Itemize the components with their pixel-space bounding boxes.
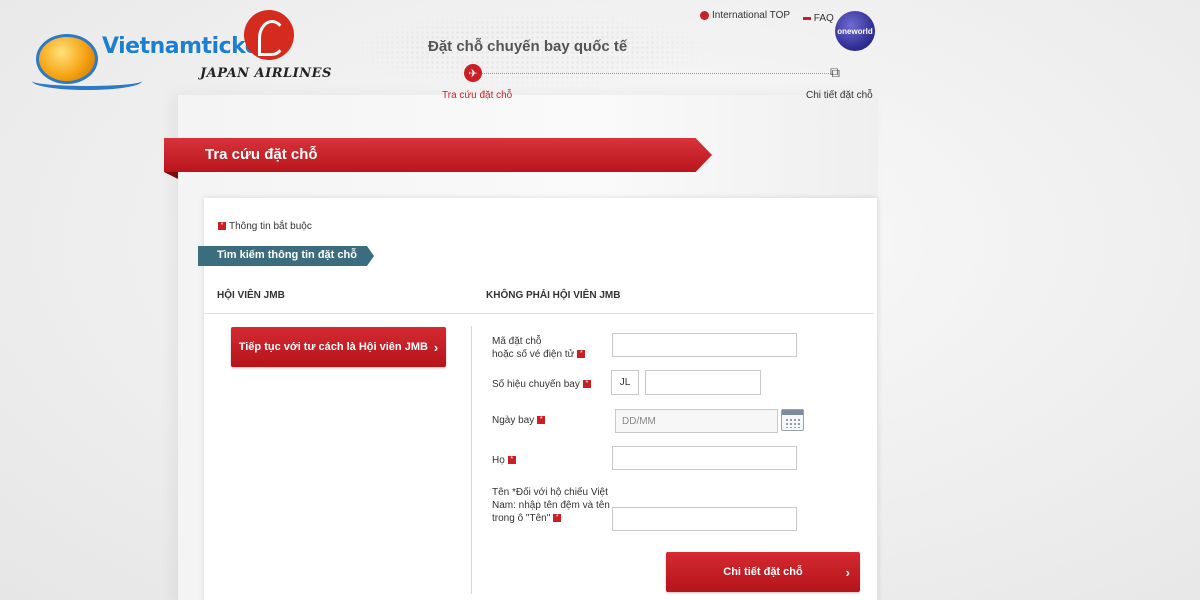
step-label-search: Tra cứu đặt chỗ: [442, 90, 513, 101]
surname-label: Họ *: [492, 454, 516, 467]
member-column-heading: HỘI VIÊN JMB: [217, 290, 285, 301]
booking-ref-label-line1: Mã đặt chỗ: [492, 336, 542, 347]
given-name-input[interactable]: [612, 507, 797, 531]
chevron-right-icon: ›: [845, 564, 850, 580]
booking-details-label: Chi tiết đặt chỗ: [723, 566, 803, 578]
booking-ref-label: Mã đặt chỗ hoặc số vé điện tử *: [492, 335, 586, 361]
site-header: Vietnamtickets JAPAN AIRLINES Đặt chỗ ch…: [0, 0, 1200, 120]
plane-icon: ✈: [464, 64, 482, 82]
required-note-text: Thông tin bắt buộc: [229, 221, 312, 232]
jal-crane-logo-icon: [244, 10, 294, 60]
calendar-icon[interactable]: [781, 409, 804, 431]
non-member-column-heading: KHÔNG PHẢI HỘI VIÊN JMB: [486, 290, 621, 301]
continue-as-member-button[interactable]: Tiếp tục với tư cách là Hội viên JMB ›: [231, 327, 446, 367]
oneworld-logo: oneworld: [835, 11, 875, 51]
given-name-label: Tên *Đối với hộ chiếu Việt Nam: nhập tên…: [492, 486, 610, 525]
required-mark-icon: *: [537, 416, 546, 425]
date-label-text: Ngày bay: [492, 415, 535, 426]
flight-no-label: Số hiệu chuyến bay *: [492, 378, 591, 391]
required-mark-icon: *: [507, 456, 516, 465]
flight-no-label-text: Số hiệu chuyến bay: [492, 379, 580, 390]
continue-as-member-label: Tiếp tục với tư cách là Hội viên JMB: [238, 341, 428, 353]
flight-prefix: JL: [611, 370, 639, 395]
given-name-label-line2: Nam: nhập tên đệm và tên: [492, 500, 610, 511]
required-mark-icon: *: [577, 350, 586, 359]
surname-label-text: Họ: [492, 455, 505, 466]
surname-input[interactable]: [612, 446, 797, 470]
booking-ref-input[interactable]: [612, 333, 797, 357]
required-mark-icon: *: [582, 380, 591, 389]
section-title: Tìm kiếm thông tin đặt chỗ: [217, 249, 357, 261]
required-mark-icon: *: [553, 514, 562, 523]
page-title: Tra cứu đặt chỗ: [205, 146, 318, 163]
required-note: * Thông tin bắt buộc: [218, 221, 312, 232]
international-top-label: International TOP: [712, 10, 791, 21]
top-links: International TOP FAQ: [700, 10, 844, 24]
flight-no-input[interactable]: [645, 370, 761, 395]
steps-connector: [473, 73, 833, 74]
arrow-circle-icon: [700, 11, 709, 20]
step-label-details: Chi tiết đặt chỗ: [806, 90, 873, 101]
given-name-label-line3: trong ô "Tên": [492, 513, 551, 524]
page-heading: Đặt chỗ chuyến bay quốc tế: [428, 38, 628, 55]
booking-ref-label-line2: hoặc số vé điện tử: [492, 349, 575, 360]
date-input[interactable]: [615, 409, 778, 433]
date-label: Ngày bay *: [492, 414, 546, 427]
chevron-right-icon: ›: [433, 339, 439, 355]
ticket-icon: ⧉: [830, 63, 840, 80]
title-band-fold: [164, 172, 178, 179]
required-mark-icon: *: [218, 222, 226, 231]
airline-logo-text: JAPAN AIRLINES: [200, 66, 332, 81]
faq-link[interactable]: FAQ: [802, 13, 834, 24]
faq-icon: [802, 17, 811, 20]
booking-details-button[interactable]: Chi tiết đặt chỗ ›: [666, 552, 860, 592]
column-divider-horizontal: [204, 313, 874, 314]
column-divider-vertical: [471, 326, 472, 594]
given-name-label-line1: Tên *Đối với hộ chiếu Việt: [492, 487, 608, 498]
international-top-link[interactable]: International TOP: [700, 10, 790, 21]
plane-swoosh-icon: [32, 72, 142, 90]
faq-label: FAQ: [813, 13, 834, 24]
